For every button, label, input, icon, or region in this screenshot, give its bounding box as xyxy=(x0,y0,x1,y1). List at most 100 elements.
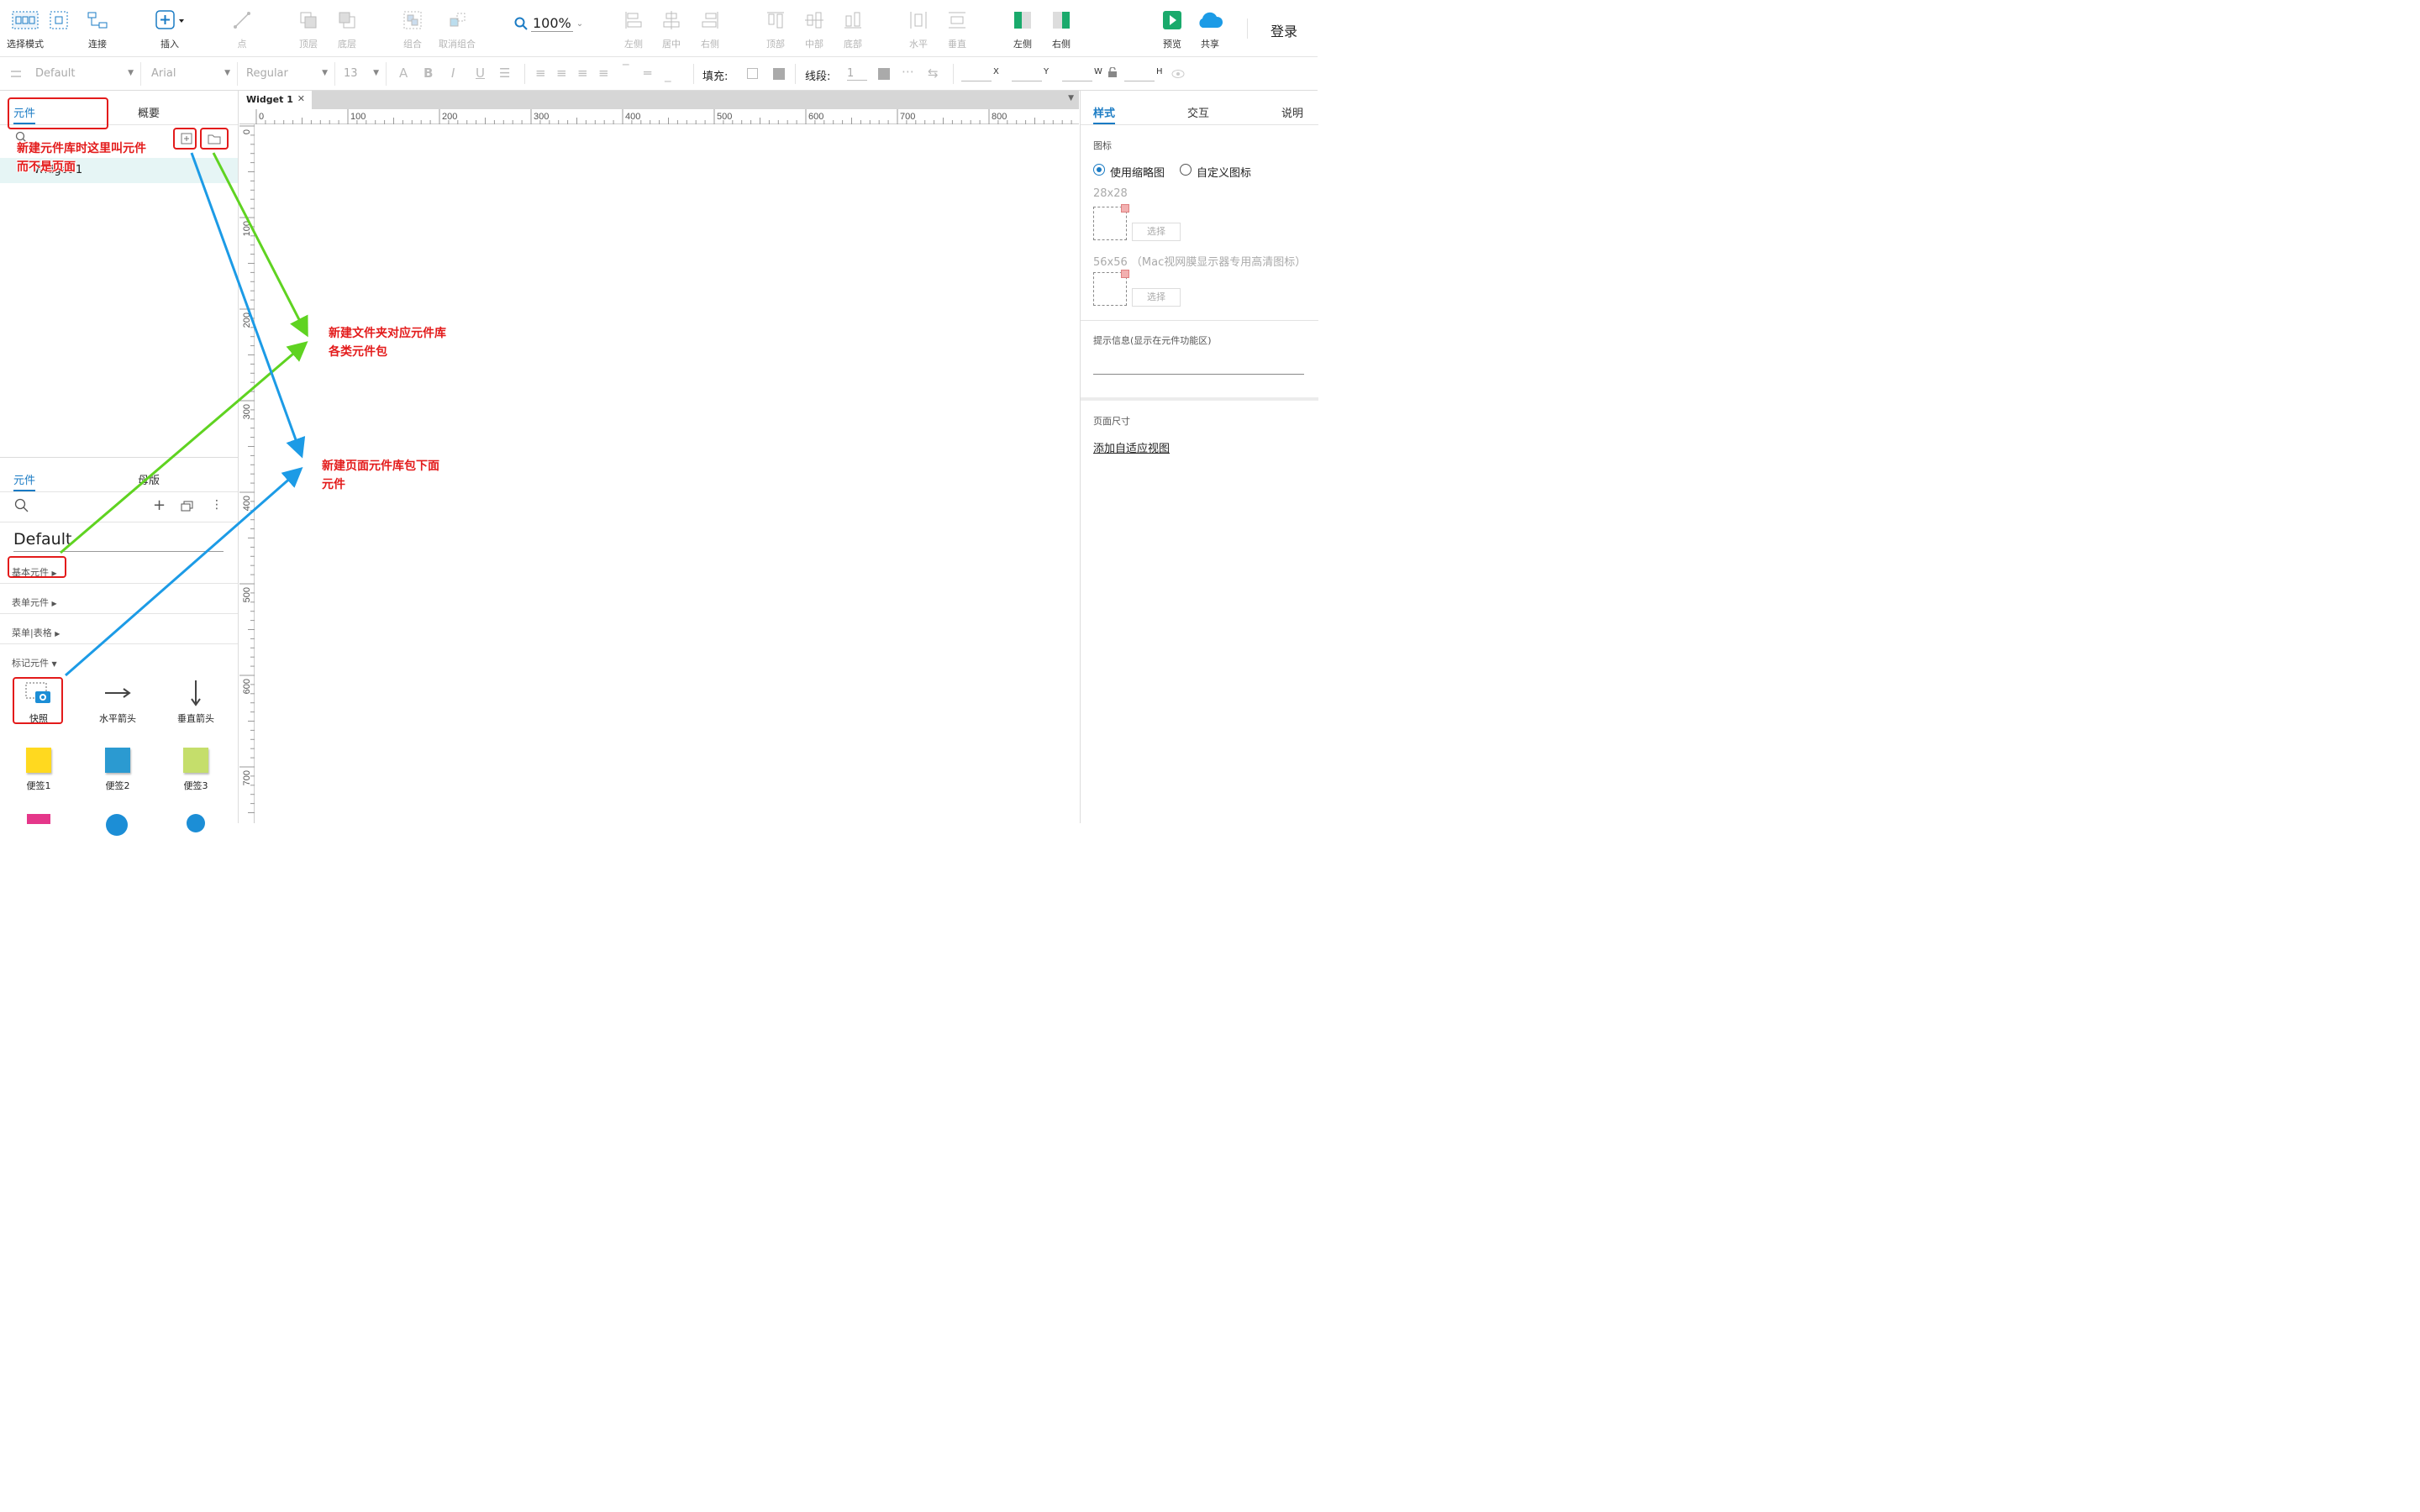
arrow-down-icon xyxy=(191,680,201,706)
text-align-center-icon[interactable]: ≡ xyxy=(556,66,567,81)
horizontal-ruler-ticks: 0 100 200 300 400 500 600 700 800 xyxy=(255,109,1072,124)
tab-menu-chevron-icon[interactable]: ▼ xyxy=(1068,94,1074,102)
widget-vertical-arrow[interactable]: 垂直箭头 xyxy=(166,675,225,725)
line-label: 线段: xyxy=(805,71,831,83)
underline-icon[interactable]: U xyxy=(476,66,485,81)
ruler-label: 800 xyxy=(992,112,1007,122)
tooltip-input[interactable] xyxy=(1093,374,1304,375)
tab-widgets-bottom[interactable]: 元件 xyxy=(13,471,36,491)
send-bottom-button[interactable]: 底层 xyxy=(324,7,371,50)
tab-interactions[interactable]: 交互 xyxy=(1187,104,1209,120)
custom-icon-radio[interactable] xyxy=(1180,164,1192,176)
tab-label: Widget 1 xyxy=(246,94,293,105)
library-select[interactable]: Default xyxy=(13,530,224,552)
tab-widget-1[interactable]: Widget 1 ✕ xyxy=(239,91,312,109)
widget-pink-partial[interactable] xyxy=(27,814,50,824)
ruler-label: 500 xyxy=(717,112,732,122)
ruler-label: 200 xyxy=(442,112,457,122)
x-label: X xyxy=(993,67,999,76)
choose-28-button[interactable]: 选择 xyxy=(1132,223,1181,241)
choose-56-button[interactable]: 选择 xyxy=(1132,288,1181,307)
align-bottom-button[interactable]: 底部 xyxy=(829,7,876,50)
connect-button[interactable]: 连接 xyxy=(74,7,121,50)
tab-masters[interactable]: 母版 xyxy=(138,471,160,487)
search-icon[interactable] xyxy=(14,498,29,513)
tab-style[interactable]: 样式 xyxy=(1093,104,1116,124)
add-library-icon[interactable]: + xyxy=(153,496,166,514)
category-menu-table[interactable]: 菜单|表格 ▶ xyxy=(0,614,238,644)
italic-icon[interactable]: I xyxy=(451,66,455,81)
icon-56-placeholder[interactable] xyxy=(1093,270,1129,306)
text-align-left-icon[interactable]: ≡ xyxy=(535,66,546,81)
remove-icon[interactable] xyxy=(1121,204,1129,213)
toggle-right-panel-button[interactable]: 右侧 xyxy=(1038,7,1085,50)
arrow-style-icon[interactable]: ⇆ xyxy=(928,66,939,81)
sticky-green-icon xyxy=(183,748,208,773)
library-options-icon[interactable] xyxy=(181,501,194,512)
text-justify-icon[interactable]: ≡ xyxy=(598,66,609,81)
lock-icon[interactable] xyxy=(1107,67,1118,77)
format-divider xyxy=(953,64,954,84)
widget-blue-circle-partial[interactable] xyxy=(106,814,128,836)
line-color-swatch[interactable] xyxy=(878,68,890,80)
annotation-note-2: 新建文件夹对应元件库 各类元件包 xyxy=(329,324,446,361)
widget-horizontal-arrow[interactable]: 水平箭头 xyxy=(88,675,147,725)
icon-28-placeholder[interactable] xyxy=(1093,204,1129,240)
style-select[interactable]: Default ▼ xyxy=(0,62,141,86)
ungroup-button[interactable]: 取消组合 xyxy=(434,7,481,50)
align-right-button[interactable]: 右侧 xyxy=(687,7,734,50)
left-panel-icon xyxy=(1014,12,1031,29)
more-icon[interactable]: ⋮ xyxy=(211,498,223,512)
group-button[interactable]: 组合 xyxy=(389,7,436,50)
widget-blue-dot-partial[interactable] xyxy=(187,814,205,832)
distribute-vertical-button[interactable]: 垂直 xyxy=(934,7,981,50)
align-right-label: 右侧 xyxy=(701,39,719,50)
ruler-label: 400 xyxy=(625,112,640,122)
page-size-label: 页面尺寸 xyxy=(1093,416,1130,427)
weight-select[interactable]: Regular ▼ xyxy=(238,62,335,86)
category-form[interactable]: 表单元件 ▶ xyxy=(0,584,238,614)
bold-icon[interactable]: B xyxy=(424,66,433,81)
bullet-list-icon[interactable]: ☰ xyxy=(499,66,510,81)
eye-icon[interactable] xyxy=(1171,69,1185,79)
point-button[interactable]: 点 xyxy=(218,7,266,50)
tab-notes[interactable]: 说明 xyxy=(1281,104,1303,120)
ruler-label: 100 xyxy=(242,221,252,236)
remove-icon[interactable] xyxy=(1121,270,1129,278)
widgets-panel: 元件 母版 + ⋮ Default 基本元件 ▶ 表单元件 ▶ 菜单|表格 ▶ … xyxy=(0,457,239,836)
font-size-select[interactable]: 13 ▼ xyxy=(335,62,387,86)
align-top-icon xyxy=(767,12,784,29)
widget-label: 水平箭头 xyxy=(99,713,136,724)
login-button[interactable]: 登录 xyxy=(1270,20,1297,40)
chevron-down-icon: ▼ xyxy=(322,69,328,77)
text-align-right-icon[interactable]: ≡ xyxy=(577,66,588,81)
line-style-icon[interactable]: ⋯ xyxy=(902,64,914,79)
valign-middle-icon[interactable]: ═ xyxy=(644,66,651,81)
line-width-input[interactable]: 1 xyxy=(847,67,867,81)
valign-bottom-icon[interactable]: _ xyxy=(665,67,671,82)
insert-label: 插入 xyxy=(160,39,179,50)
annotation-note-3-line2: 元件 xyxy=(322,478,345,491)
inspector-panel: 样式 交互 说明 图标 使用缩略图 自定义图标 28x28 选择 56x56 （… xyxy=(1080,91,1318,823)
category-label: 表单元件 xyxy=(12,597,49,608)
widget-sticky-1[interactable]: 便签1 xyxy=(9,742,68,792)
zoom-control[interactable]: 100% ⌄ xyxy=(514,15,583,32)
use-thumbnail-radio[interactable] xyxy=(1093,164,1105,176)
font-value: Arial xyxy=(151,67,176,80)
tab-outline[interactable]: 概要 xyxy=(138,104,160,120)
font-select[interactable]: Arial ▼ xyxy=(143,62,238,86)
font-color-icon[interactable]: A xyxy=(399,66,408,81)
fill-color-swatch[interactable] xyxy=(747,68,758,79)
widget-sticky-2[interactable]: 便签2 xyxy=(88,742,147,792)
close-icon[interactable]: ✕ xyxy=(297,93,305,104)
vertical-ruler[interactable]: 0 100 200 300 400 500 600 700 xyxy=(239,124,255,823)
valign-top-icon[interactable]: ‾ xyxy=(623,62,629,77)
add-adaptive-view-link[interactable]: 添加自适应视图 xyxy=(1093,439,1170,455)
fill-shadow-swatch[interactable] xyxy=(773,68,785,80)
insert-button[interactable]: 插入 xyxy=(146,7,193,50)
share-button[interactable]: 共享 xyxy=(1186,7,1234,50)
widget-sticky-3[interactable]: 便签3 xyxy=(166,742,225,792)
category-markup[interactable]: 标记元件 ▼ xyxy=(0,644,238,675)
category-label: 标记元件 xyxy=(12,658,49,669)
horizontal-ruler[interactable]: 0 100 200 300 400 500 600 700 800 xyxy=(239,109,1079,124)
